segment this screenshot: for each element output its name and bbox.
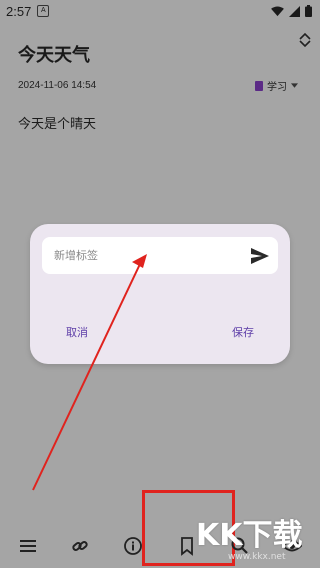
signal-icon — [289, 5, 300, 17]
notebook-icon — [255, 80, 263, 91]
add-tag-dialog: 取消 保存 — [30, 224, 290, 364]
watermark: KK下载 www.kkx.net — [196, 510, 303, 562]
battery-icon — [305, 5, 312, 17]
note-title[interactable]: 今天天气 — [18, 41, 90, 67]
chevron-down-icon — [299, 40, 311, 48]
note-body[interactable]: 今天是个晴天 — [18, 113, 96, 132]
app-notification-icon: A — [37, 5, 50, 17]
status-bar: 2:57 A — [0, 0, 320, 22]
send-icon — [251, 247, 269, 264]
link-icon[interactable] — [70, 536, 90, 556]
category-selector[interactable]: 学习 — [255, 78, 298, 93]
note-date: 2024-11-06 14:54 — [18, 80, 97, 91]
expand-collapse-toggle[interactable] — [298, 32, 312, 48]
info-icon[interactable] — [123, 536, 143, 556]
dropdown-arrow-icon — [291, 83, 298, 88]
cancel-button[interactable]: 取消 — [66, 324, 88, 340]
send-button[interactable] — [250, 246, 270, 266]
chevron-up-icon — [299, 32, 311, 40]
watermark-text: KK下载 — [196, 518, 303, 553]
category-label: 学习 — [267, 82, 287, 93]
save-button[interactable]: 保存 — [232, 324, 254, 340]
status-time: 2:57 — [6, 3, 32, 19]
bookmark-icon[interactable] — [177, 536, 197, 556]
tag-input-container — [42, 237, 278, 274]
tag-input[interactable] — [52, 248, 250, 263]
wifi-icon — [271, 5, 284, 16]
menu-icon[interactable] — [18, 536, 38, 556]
watermark-site: www.kkx.net — [228, 552, 286, 562]
